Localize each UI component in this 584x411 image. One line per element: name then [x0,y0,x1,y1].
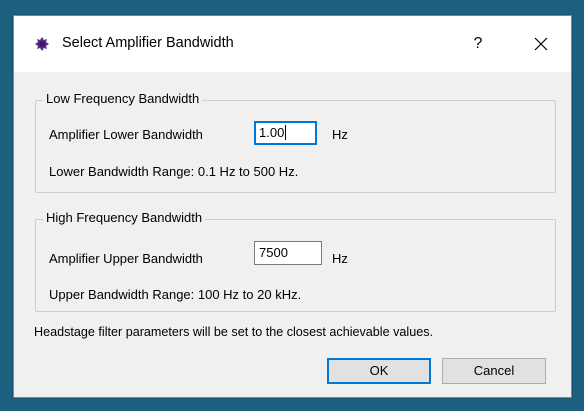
lower-bandwidth-label: Amplifier Lower Bandwidth [49,127,203,142]
ok-button[interactable]: OK [327,358,431,384]
close-icon [534,37,548,51]
upper-bandwidth-input[interactable]: 7500 [254,241,322,265]
upper-bandwidth-label: Amplifier Upper Bandwidth [49,251,203,266]
title-bar[interactable]: Select Amplifier Bandwidth ? [14,16,571,72]
help-button[interactable]: ? [466,30,490,58]
low-frequency-group-title: Low Frequency Bandwidth [43,91,203,106]
app-logo-icon [35,37,49,51]
lower-bandwidth-value: 1.00 [259,125,285,140]
close-button[interactable] [527,29,555,59]
upper-bandwidth-value: 7500 [259,245,288,260]
lower-bandwidth-input[interactable]: 1.00 [254,121,317,145]
lower-bandwidth-unit: Hz [332,127,348,142]
headstage-note: Headstage filter parameters will be set … [34,325,434,339]
upper-bandwidth-unit: Hz [332,251,348,266]
cancel-button[interactable]: Cancel [442,358,546,384]
dialog-title: Select Amplifier Bandwidth [62,35,234,51]
lower-bandwidth-range: Lower Bandwidth Range: 0.1 Hz to 500 Hz. [49,164,299,179]
text-caret [285,125,287,140]
low-frequency-group [35,100,556,193]
dialog-window: Select Amplifier Bandwidth ? Low Frequen… [13,15,572,398]
high-frequency-group-title: High Frequency Bandwidth [43,210,206,225]
upper-bandwidth-range: Upper Bandwidth Range: 100 Hz to 20 kHz. [49,287,302,302]
